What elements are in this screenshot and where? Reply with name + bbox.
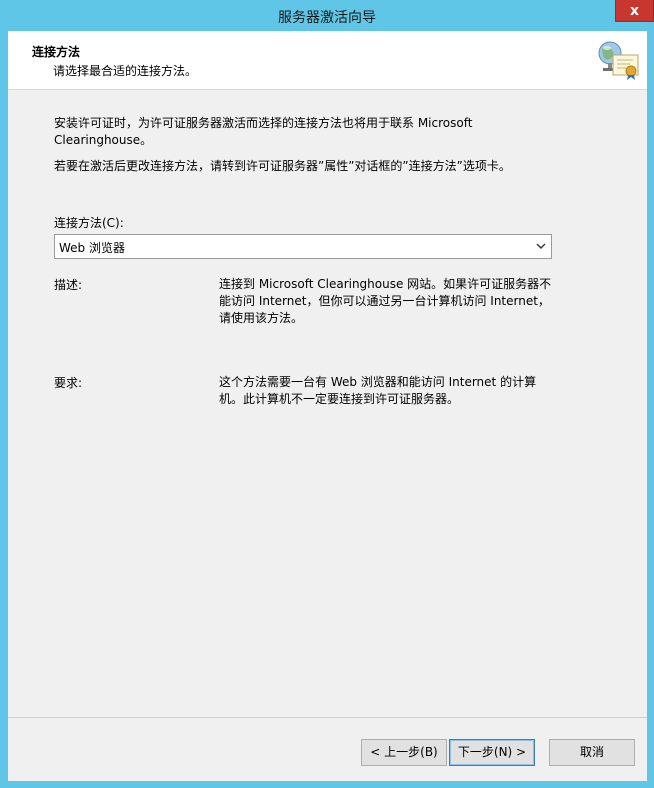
close-button[interactable]: x: [615, 0, 654, 22]
requirements-text: 这个方法需要一台有 Web 浏览器和能访问 Internet 的计算机。此计算机…: [219, 375, 537, 406]
close-icon: x: [629, 3, 640, 19]
header-title: 连接方法: [32, 45, 81, 59]
cancel-button[interactable]: 取消: [549, 739, 635, 766]
certificate-icon: [598, 41, 639, 80]
wizard-window: 服务器激活向导 x 连接方法 请选择最合适的连接方法。 安装许可证时，为许可证服…: [0, 0, 654, 788]
connection-method-value: Web 浏览器: [59, 241, 125, 255]
title-bar: 服务器激活向导 x: [0, 0, 654, 32]
wizard-header: 连接方法 请选择最合适的连接方法。: [8, 31, 647, 90]
requirements-label: 要求:: [54, 376, 83, 390]
intro-paragraph: 安装许可证时，为许可证服务器激活而选择的连接方法也将用于联系 Microsoft…: [54, 116, 473, 147]
change-method-paragraph: 若要在激活后更改连接方法，请转到许可证服务器”属性”对话框的”连接方法”选项卡。: [54, 159, 511, 173]
connection-method-select[interactable]: Web 浏览器: [54, 234, 552, 259]
header-subtitle: 请选择最合适的连接方法。: [53, 64, 198, 78]
window-title: 服务器激活向导: [278, 10, 376, 26]
description-text: 连接到 Microsoft Clearinghouse 网站。如果许可证服务器不…: [219, 277, 552, 325]
wizard-client-area: 连接方法 请选择最合适的连接方法。 安装许可证时，为许可证服务器激活而选择的连接…: [8, 31, 647, 781]
back-button[interactable]: < 上一步(B): [361, 739, 447, 766]
connection-method-label: 连接方法(C):: [54, 216, 124, 230]
footer-divider: [8, 717, 647, 718]
description-label: 描述:: [54, 278, 83, 292]
chevron-down-icon: [536, 243, 546, 249]
next-button[interactable]: 下一步(N) >: [449, 739, 535, 766]
